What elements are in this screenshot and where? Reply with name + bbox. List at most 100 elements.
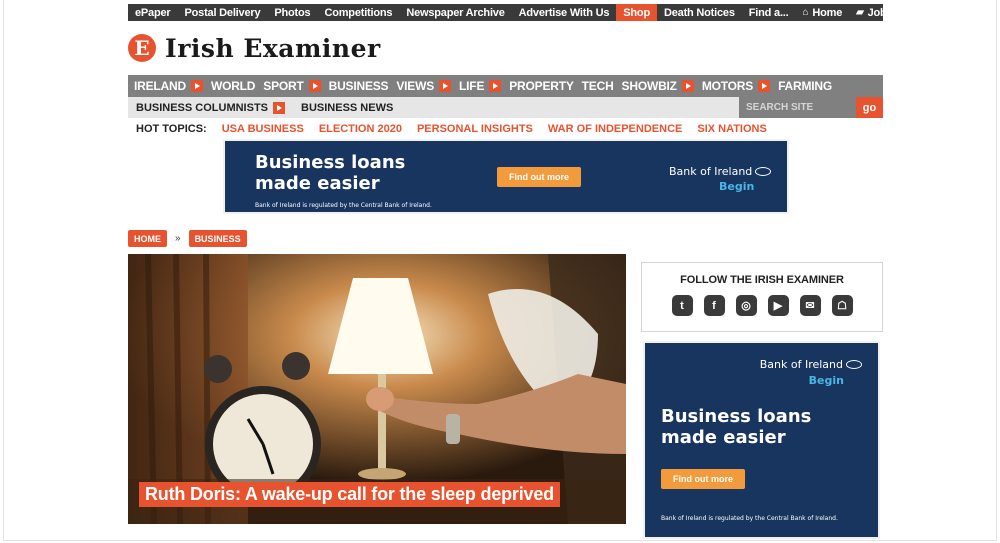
- ad-find-out-more-button[interactable]: Find out more: [497, 167, 581, 187]
- youtube-icon[interactable]: ▶: [767, 295, 789, 316]
- breadcrumb-separator: »: [175, 233, 181, 244]
- hot-topic-personal-insights[interactable]: PERSONAL INSIGHTS: [417, 123, 533, 135]
- top-link-photos[interactable]: Photos: [267, 4, 317, 21]
- top-bar-right: Find a... ⌂ Home ▰ Job: [742, 4, 894, 21]
- hot-topics-label: HOT TOPICS:: [136, 122, 207, 135]
- nav-item-ireland[interactable]: IRELAND: [134, 79, 203, 93]
- ad-headline-line-2: made easier: [255, 172, 380, 194]
- top-link-advertise-with-us[interactable]: Advertise With Us: [512, 4, 617, 21]
- side-ad-headline-line-2: made easier: [661, 426, 786, 448]
- instagram-icon[interactable]: ◎: [735, 295, 757, 316]
- search-input[interactable]: [739, 97, 856, 118]
- home-link-label: Home: [812, 6, 843, 19]
- nav-item-tech[interactable]: TECH: [582, 79, 614, 93]
- breadcrumb: HOME » BUSINESS: [128, 230, 247, 247]
- follow-box: FOLLOW THE IRISH EXAMINER t f ◎ ▶ ✉ ☖: [641, 262, 883, 332]
- dropdown-arrow-icon[interactable]: [439, 80, 452, 92]
- top-link-epaper[interactable]: ePaper: [128, 4, 178, 21]
- nav-item-sport[interactable]: SPORT: [263, 79, 321, 93]
- logo-badge-icon: E: [128, 34, 156, 62]
- main-nav: IRELAND WORLD SPORT BUSINESS VIEWS LIFE PROPER…: [128, 75, 883, 97]
- dropdown-arrow-icon[interactable]: [758, 80, 771, 92]
- top-link-newspaper-archive[interactable]: Newspaper Archive: [399, 4, 511, 21]
- sidebar-ad-body: Bank of Ireland Begin Business loans mad…: [645, 343, 878, 537]
- dropdown-arrow-icon[interactable]: [308, 80, 321, 92]
- breadcrumb-business[interactable]: BUSINESS: [188, 230, 247, 247]
- nav-item-label: FARMING: [778, 79, 832, 93]
- top-bar: ePaper Postal Delivery Photos Competitions N…: [128, 4, 887, 21]
- dropdown-arrow-icon[interactable]: [273, 101, 286, 114]
- top-link-competitions[interactable]: Competitions: [317, 4, 399, 21]
- follow-title: FOLLOW THE IRISH EXAMINER: [680, 274, 844, 286]
- job-link-label: Job: [867, 6, 887, 19]
- ad-headline-line-1: Business loans: [255, 152, 406, 173]
- top-link-postal-delivery[interactable]: Postal Delivery: [178, 4, 268, 21]
- hot-topic-war-of-independence[interactable]: WAR OF INDEPENDENCE: [548, 123, 682, 135]
- dropdown-arrow-icon[interactable]: [190, 80, 203, 92]
- sub-nav: BUSINESS COLUMNISTS BUSINESS NEWS go: [128, 97, 883, 118]
- hot-topic-election-2020[interactable]: ELECTION 2020: [319, 123, 402, 135]
- side-ad-tagline: Begin: [808, 374, 844, 387]
- leaderboard-ad[interactable]: Business loans made easier Find out more…: [223, 139, 789, 214]
- subnav-item-label: BUSINESS NEWS: [301, 101, 394, 114]
- top-link-death-notices[interactable]: Death Notices: [657, 4, 742, 21]
- side-ad-brand-label: Bank of Ireland: [759, 358, 843, 371]
- nav-item-motors[interactable]: MOTORS: [701, 79, 771, 93]
- logo-wordmark: Irish Examiner: [165, 33, 381, 63]
- nav-item-views[interactable]: VIEWS: [396, 79, 452, 93]
- subnav-item-label: BUSINESS COLUMNISTS: [136, 101, 269, 114]
- dropdown-arrow-icon[interactable]: [681, 80, 694, 92]
- top-link-shop[interactable]: Shop: [616, 4, 657, 21]
- hot-topic-six-nations[interactable]: SIX NATIONS: [697, 123, 766, 135]
- facebook-icon[interactable]: f: [703, 295, 725, 316]
- nav-item-label: IRELAND: [134, 79, 186, 93]
- bank-logo-icon: [846, 360, 862, 369]
- hero-headline[interactable]: Ruth Doris: A wake-up call for the sleep…: [139, 482, 560, 507]
- site-logo[interactable]: E Irish Examiner: [128, 32, 883, 64]
- nav-item-showbiz[interactable]: SHOWBIZ: [622, 79, 694, 93]
- nav-item-label: BUSINESS: [328, 79, 389, 93]
- search-go-button[interactable]: go: [856, 97, 883, 118]
- leaderboard-ad-body: Business loans made easier Find out more…: [225, 141, 787, 212]
- top-bar-links: ePaper Postal Delivery Photos Competitions N…: [128, 4, 742, 21]
- side-ad-disclaimer: Bank of Ireland is regulated by the Cent…: [661, 515, 838, 522]
- bank-logo-icon: [755, 167, 772, 176]
- nav-item-farming[interactable]: FARMING: [778, 79, 832, 93]
- find-a-link[interactable]: Find a...: [742, 4, 796, 21]
- job-link[interactable]: ▰ Job: [849, 4, 893, 21]
- nav-item-label: WORLD: [210, 79, 256, 93]
- nav-item-label: SPORT: [263, 79, 304, 93]
- side-ad-headline-line-1: Business loans: [661, 406, 812, 427]
- ad-headline: Business loans made easier: [255, 152, 406, 194]
- nav-item-world[interactable]: WORLD: [210, 79, 256, 93]
- hot-topics-bar: HOT TOPICS: USA BUSINESS ELECTION 2020 PER…: [128, 120, 883, 137]
- nav-item-label: MOTORS: [701, 79, 754, 93]
- hot-topics-list: USA BUSINESS ELECTION 2020 PERSONAL INSIGH…: [222, 123, 782, 135]
- side-ad-brand: Bank of Ireland: [760, 358, 862, 371]
- nav-item-property[interactable]: PROPERTY: [509, 79, 574, 93]
- home-link[interactable]: ⌂ Home: [796, 4, 850, 21]
- sidebar-ad[interactable]: Bank of Ireland Begin Business loans mad…: [643, 341, 880, 539]
- nav-item-life[interactable]: LIFE: [459, 79, 502, 93]
- email-icon[interactable]: ✉: [799, 295, 821, 316]
- hero-article[interactable]: Ruth Doris: A wake-up call for the sleep…: [128, 254, 626, 524]
- sub-nav-links: BUSINESS COLUMNISTS BUSINESS NEWS: [128, 101, 409, 114]
- side-ad-headline: Business loans made easier: [661, 406, 812, 448]
- briefcase-icon: ▰: [856, 7, 864, 18]
- snapchat-icon[interactable]: ☖: [831, 295, 853, 316]
- subnav-item-business-columnists[interactable]: BUSINESS COLUMNISTS: [136, 101, 286, 114]
- hot-topic-usa-business[interactable]: USA BUSINESS: [222, 123, 304, 135]
- nav-item-label: TECH: [581, 79, 614, 93]
- nav-item-label: SHOWBIZ: [621, 79, 677, 93]
- ad-disclaimer: Bank of Ireland is regulated by the Cent…: [255, 202, 432, 209]
- nav-item-business[interactable]: BUSINESS: [329, 79, 389, 93]
- ad-tagline: Begin: [719, 180, 755, 193]
- nav-item-label: VIEWS: [396, 79, 435, 93]
- twitter-icon[interactable]: t: [671, 295, 693, 316]
- subnav-item-business-news[interactable]: BUSINESS NEWS: [301, 102, 393, 114]
- ad-brand-label: Bank of Ireland: [669, 165, 753, 178]
- dropdown-arrow-icon[interactable]: [489, 80, 502, 92]
- breadcrumb-home[interactable]: HOME: [128, 230, 167, 247]
- side-ad-find-out-more-button[interactable]: Find out more: [661, 469, 745, 489]
- ad-brand: Bank of Ireland: [669, 165, 772, 178]
